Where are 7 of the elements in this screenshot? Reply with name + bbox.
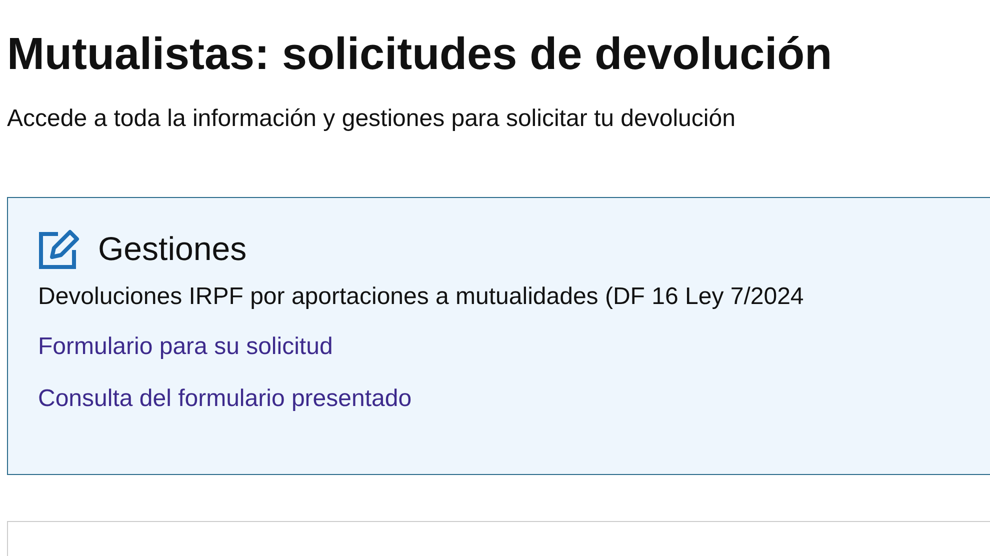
form-link[interactable]: Formulario para su solicitud <box>38 332 333 362</box>
card-heading: Gestiones <box>98 229 247 269</box>
card-description: Devoluciones IRPF por aportaciones a mutualidades (DF 16 Ley 7/2024 <box>38 282 804 312</box>
edit-icon <box>38 228 80 270</box>
form-link[interactable]: Consulta del formulario presentado <box>38 384 412 414</box>
page-subtitle: Accede a toda la información y gestiones para solicitar tu devolución <box>7 104 736 134</box>
page-title: Mutualistas: solicitudes de devolución <box>7 27 832 81</box>
